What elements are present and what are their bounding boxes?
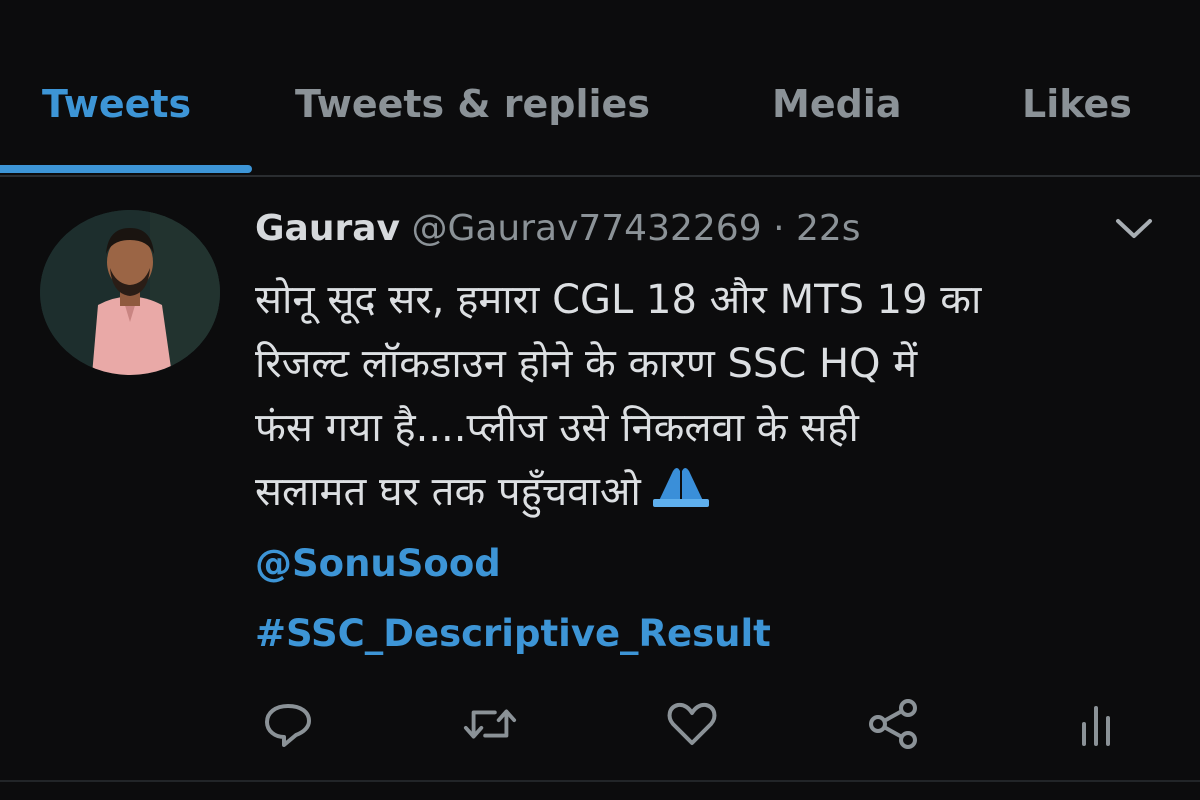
share-icon[interactable] [866,696,922,752]
tweet-header: Gaurav @Gaurav77432269 · 22s [255,208,861,249]
tab-tweets-and-replies[interactable]: Tweets & replies [295,82,650,126]
avatar-photo [40,210,220,375]
separator-dot: · [773,208,785,249]
analytics-icon[interactable] [1068,696,1124,752]
retweet-icon[interactable] [462,696,518,752]
tab-likes[interactable]: Likes [1022,82,1132,126]
like-icon[interactable] [664,696,720,752]
folded-hands-emoji [651,462,711,526]
active-tab-indicator [0,165,252,173]
chevron-down-icon[interactable] [1112,214,1156,244]
profile-tabs: Tweets Tweets & replies Media Likes [0,0,1200,177]
tweet-text-line: सोनू सूद सर, हमारा CGL 18 और MTS 19 का [255,277,982,323]
tweet-text: सोनू सूद सर, हमारा CGL 18 और MTS 19 का र… [255,268,1155,526]
tweet-text-line: रिजल्ट लॉकडाउन होने के कारण SSC HQ में [255,341,918,387]
tweet-text-line: फंस गया है....प्लीज उसे निकलवा के सही [255,405,859,451]
tweet-text-line-content: सलामत घर तक पहुँचवाओ [255,469,641,515]
reply-icon[interactable] [260,696,316,752]
tab-tweets[interactable]: Tweets [42,82,191,126]
tab-media[interactable]: Media [772,82,901,126]
author-name[interactable]: Gaurav [255,208,400,249]
profile-timeline: Tweets Tweets & replies Media Likes Gaur… [0,0,1200,800]
mention-link[interactable]: @SonuSood [255,542,501,585]
tweet-text-line: सलामत घर तक पहुँचवाओ [255,460,1155,526]
hashtag-link[interactable]: #SSC_Descriptive_Result [255,612,771,655]
avatar[interactable] [40,210,220,375]
author-handle[interactable]: @Gaurav77432269 [411,208,761,249]
divider [0,780,1200,782]
tweet-timestamp[interactable]: 22s [796,208,861,249]
